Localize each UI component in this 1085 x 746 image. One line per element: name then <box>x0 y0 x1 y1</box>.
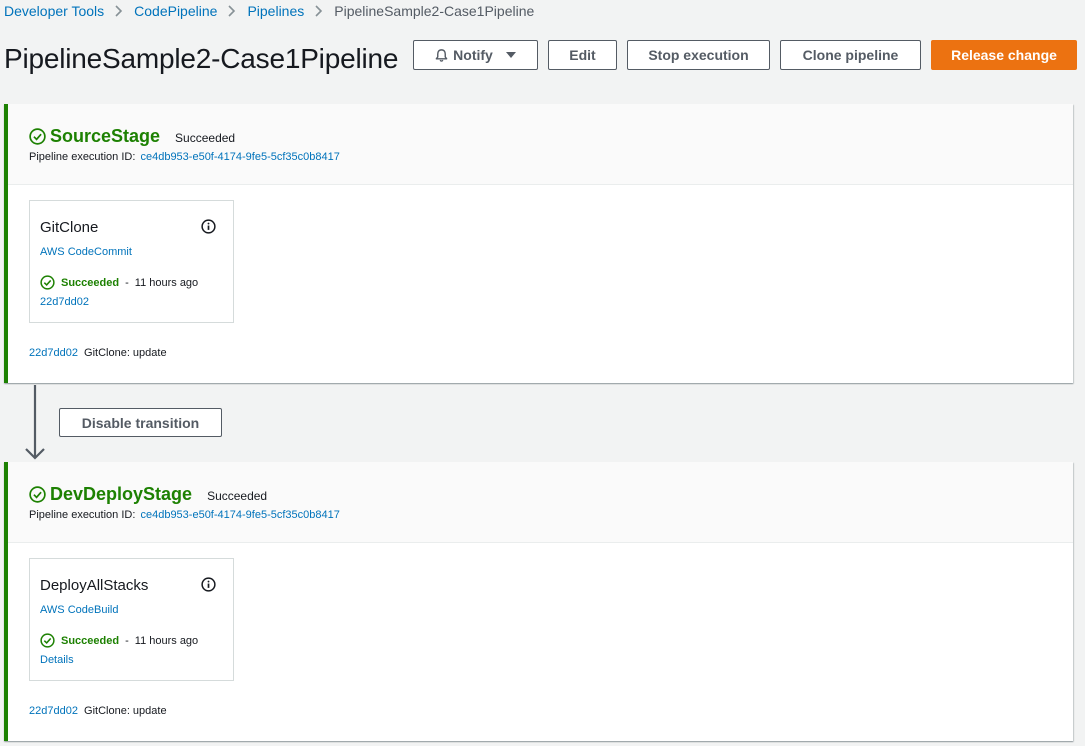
check-circle-icon <box>29 128 46 145</box>
execution-id-link[interactable]: ce4db953-e50f-4174-9fe5-5cf35c0b8417 <box>140 509 339 521</box>
action-provider-link[interactable]: AWS CodeBuild <box>40 604 118 616</box>
edit-button[interactable]: Edit <box>548 40 617 70</box>
action-time: 11 hours ago <box>134 276 199 289</box>
action-name: GitClone <box>40 219 99 236</box>
bell-icon <box>435 48 448 62</box>
footer-commit-message: GitClone: update <box>84 347 167 359</box>
stage-header: DevDeployStage Succeeded Pipeline execut… <box>8 462 1073 543</box>
chevron-right-icon <box>104 5 134 17</box>
footer-commit-message: GitClone: update <box>84 705 167 717</box>
action-card: DeployAllStacks AWS CodeBuild Succeeded … <box>29 558 234 681</box>
stage-footer: 22d7dd02 GitClone: update <box>29 705 167 717</box>
execution-id-link[interactable]: ce4db953-e50f-4174-9fe5-5cf35c0b8417 <box>140 151 339 163</box>
breadcrumb: Developer Tools CodePipeline Pipelines P… <box>4 2 534 20</box>
notify-label: Notify <box>453 47 493 63</box>
release-change-button[interactable]: Release change <box>931 40 1077 70</box>
action-time: 11 hours ago <box>134 634 199 647</box>
stage-source: SourceStage Succeeded Pipeline execution… <box>4 104 1073 383</box>
stage-dev-deploy: DevDeployStage Succeeded Pipeline execut… <box>4 462 1073 741</box>
breadcrumb-current: PipelineSample2-Case1Pipeline <box>334 3 535 19</box>
status-separator: - <box>125 276 129 289</box>
stage-status: Succeeded <box>207 488 268 503</box>
arrow-down-icon <box>25 385 45 460</box>
notify-button[interactable]: Notify <box>413 40 538 70</box>
stage-name: SourceStage <box>50 126 161 146</box>
commit-link[interactable]: 22d7dd02 <box>40 296 89 308</box>
page-title: PipelineSample2-Case1Pipeline <box>4 43 399 74</box>
chevron-right-icon <box>304 5 334 17</box>
status-separator: - <box>125 634 129 647</box>
action-status: Succeeded <box>61 634 120 647</box>
stage-status: Succeeded <box>175 130 236 145</box>
stop-execution-button[interactable]: Stop execution <box>627 40 770 70</box>
caret-down-icon <box>505 52 516 58</box>
stage-name-row: SourceStage Succeeded <box>29 126 235 147</box>
info-icon[interactable] <box>201 219 216 234</box>
breadcrumb-codepipeline[interactable]: CodePipeline <box>134 3 217 19</box>
chevron-right-icon <box>217 5 247 17</box>
stage-header: SourceStage Succeeded Pipeline execution… <box>8 104 1073 185</box>
stage-name-row: DevDeployStage Succeeded <box>29 484 267 505</box>
breadcrumb-developer-tools[interactable]: Developer Tools <box>4 3 104 19</box>
clone-pipeline-button[interactable]: Clone pipeline <box>780 40 921 70</box>
breadcrumb-pipelines[interactable]: Pipelines <box>247 3 304 19</box>
disable-transition-button[interactable]: Disable transition <box>59 408 222 437</box>
action-provider-link[interactable]: AWS CodeCommit <box>40 246 132 258</box>
execution-id-label: Pipeline execution ID: <box>29 509 136 521</box>
scrollbar-track[interactable] <box>1080 0 1085 746</box>
execution-id-label: Pipeline execution ID: <box>29 151 136 163</box>
footer-commit-link[interactable]: 22d7dd02 <box>29 347 78 359</box>
info-icon[interactable] <box>201 577 216 592</box>
action-status-row: Succeeded - 11 hours ago <box>40 633 198 648</box>
check-circle-icon <box>29 486 46 503</box>
check-circle-icon <box>40 275 55 290</box>
execution-id-row: Pipeline execution ID: ce4db953-e50f-417… <box>29 151 340 163</box>
check-circle-icon <box>40 633 55 648</box>
execution-id-row: Pipeline execution ID: ce4db953-e50f-417… <box>29 509 340 521</box>
footer-commit-link[interactable]: 22d7dd02 <box>29 705 78 717</box>
action-status-row: Succeeded - 11 hours ago <box>40 275 198 290</box>
stage-footer: 22d7dd02 GitClone: update <box>29 347 167 359</box>
details-link[interactable]: Details <box>40 654 74 666</box>
action-status: Succeeded <box>61 276 120 289</box>
stage-name: DevDeployStage <box>50 484 193 504</box>
action-card: GitClone AWS CodeCommit Succeeded - 11 h… <box>29 200 234 323</box>
action-name: DeployAllStacks <box>40 577 149 594</box>
